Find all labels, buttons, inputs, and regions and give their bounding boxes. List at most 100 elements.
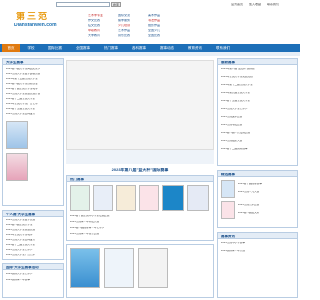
list-item[interactable]: 2023第八届国际青少年艺术节 [70, 227, 104, 230]
promo-link[interactable]: 少儿培训 [118, 24, 130, 27]
right-panel: 最新赛事 2023年第八届"蓝天杯"国际赛 2023年全国大学生英语竞赛 202… [217, 58, 298, 166]
logo-text-en: Diansfanwen.com [14, 23, 57, 28]
list-item[interactable]: 2023全国大学生数学建模竞赛 [6, 73, 40, 76]
list-item[interactable]: 2023第八届少儿绘画比赛 [221, 132, 250, 135]
list-item[interactable]: 2023年全国大学生电子 [6, 234, 33, 237]
panel-header: 赛事资讯 [218, 233, 297, 239]
nav-popular[interactable]: 热门赛事 [98, 44, 124, 52]
list-item[interactable]: 2023全国大学生数学竞赛 [6, 219, 35, 222]
panel-title: 个人赛·大学生赛事 [6, 212, 36, 216]
banner-caption[interactable]: 2023年第八届"蓝天杯"国际赛事 [66, 168, 214, 172]
logo-text-cn: 第三范 [16, 12, 50, 21]
panel-header: 国际·大学生赛事活动 [3, 264, 63, 270]
list-item[interactable]: 2023全国大学生广告艺术 [6, 254, 35, 257]
thumbnail-image[interactable] [139, 185, 159, 211]
thumbnail-image[interactable] [221, 180, 235, 198]
list-item[interactable]: 2023全国大学生艺术节 [221, 108, 248, 111]
nav-international[interactable]: 国际比赛 [42, 44, 68, 52]
list-item[interactable]: 2023全国艺术比赛 [238, 204, 259, 207]
list-item[interactable]: 2023年第九届全国大学生 [221, 92, 250, 95]
promo-link[interactable]: 全国少儿 [148, 29, 160, 32]
list-item[interactable]: 2023国际大学生艺术节 [6, 273, 33, 276]
list-item[interactable]: 2023国际青少年大赛 [221, 250, 245, 253]
center-banner[interactable] [66, 60, 214, 150]
list-item[interactable]: 2023全国青少年音乐比赛 [70, 233, 99, 236]
nav-national[interactable]: 全国赛事 [70, 44, 96, 52]
thumbnail-image[interactable] [138, 248, 168, 288]
list-item[interactable]: 2023年全国大学生英语竞赛 [221, 76, 253, 79]
mid-bottom-section [66, 244, 214, 298]
list-item[interactable]: 2023全国书法比赛 [221, 124, 242, 127]
nav-education[interactable]: 教育资讯 [182, 44, 208, 52]
promo-link[interactable]: 书法作品 [148, 19, 160, 22]
thumbnail-image[interactable] [187, 185, 209, 211]
site-logo[interactable]: 第三范 Diansfanwen.com [14, 12, 57, 30]
list-item[interactable]: 2023全国大学生结构设计 [6, 239, 35, 242]
promo-link[interactable]: 艺术作品 [118, 29, 130, 32]
list-item[interactable]: 2023第十二届全国大学生 [6, 244, 35, 247]
list-item[interactable]: 2023年第十二届全国大学生 [221, 84, 253, 87]
thumbnail-image[interactable] [93, 185, 113, 211]
nav-contact[interactable]: 联系我们 [210, 44, 236, 52]
list-item[interactable]: 2023全国大学生结构设计 [6, 113, 35, 116]
thumbnail-image[interactable] [70, 185, 90, 211]
promo-link[interactable]: 留学服务 [118, 19, 130, 22]
search-input[interactable] [56, 2, 110, 7]
list-item[interactable]: 2023全国美术比赛 [221, 116, 242, 119]
list-item[interactable]: 2023全国摄影大赛 [221, 140, 242, 143]
bottom-left-panel: 国际·大学生赛事活动 2023国际大学生艺术节 2023国际青少年赛事 [2, 263, 64, 298]
list-item[interactable]: 2023年第八届"蓝天杯"国际赛 [221, 68, 255, 71]
thumbnail-image[interactable] [6, 153, 28, 181]
left-panel-2: 个人赛·大学生赛事 2023全国大学生数学竞赛 2023第八届全国大学生 202… [2, 210, 64, 260]
nav-subjects[interactable]: 各科赛事 [126, 44, 152, 52]
thumbnail-image[interactable] [70, 248, 100, 288]
thumbnail-image[interactable] [221, 201, 235, 219]
promo-link[interactable]: 全国比赛 [148, 34, 160, 37]
list-item[interactable]: 2023第八届大学生网络文化节 [6, 68, 40, 71]
thumbnail-image[interactable] [162, 185, 184, 211]
main-nav: 首页 学校 国际比赛 全国赛事 热门赛事 各科赛事 赛事动态 教育资讯 联系我们 [0, 44, 300, 52]
top-link-home[interactable]: 设为首页 [231, 3, 243, 6]
thumbnail-image[interactable] [104, 248, 134, 288]
list-item[interactable]: 2023全国大学生英语竞赛开赛 [6, 93, 40, 96]
list-item[interactable]: 2023全国中小学赛事 [221, 242, 245, 245]
promo-link[interactable]: 音乐比赛 [118, 34, 130, 37]
promo-link[interactable]: 大学教育 [88, 34, 100, 37]
list-item[interactable]: 2023全国青少年书法大赛 [70, 221, 99, 224]
top-link-contact[interactable]: 联系我们 [267, 3, 279, 6]
promo-link[interactable]: 中职教育 [88, 29, 100, 32]
list-item[interactable]: 2023第十五届全国大学生 [221, 100, 250, 103]
thumbnail-image[interactable] [116, 185, 136, 211]
list-item[interactable]: 2023第十届国际赛事 [238, 183, 262, 186]
list-item[interactable]: 2023第八届大学生创新创业 [6, 83, 38, 86]
list-item[interactable]: 2023第十届全国大学生电子 [6, 88, 38, 91]
list-item[interactable]: 2023全国大学生艺术节 [6, 249, 33, 252]
nav-school[interactable]: 学校 [22, 44, 40, 52]
panel-title: 精选赛事 [221, 172, 235, 176]
list-item[interactable]: 2023第十届全国中小学生绘画比赛 [70, 215, 110, 218]
list-item[interactable]: 2023全国少儿大赛 [238, 191, 259, 194]
top-link-favorite[interactable]: 加入收藏 [249, 3, 261, 6]
promo-link[interactable]: 国际交流 [118, 14, 130, 17]
promo-link[interactable]: 作文比赛 [88, 19, 100, 22]
list-item[interactable]: 2023第十二届国际赛事 [221, 148, 248, 151]
list-item[interactable]: 2023第十五届全国大学生 [6, 108, 35, 111]
panel-header: 最新赛事 [218, 59, 297, 65]
thumbnail-image[interactable] [6, 121, 28, 149]
nav-news[interactable]: 赛事动态 [154, 44, 180, 52]
list-item[interactable]: 2023第八届蓝天杯 [238, 212, 259, 215]
promo-link[interactable]: 艺术学专业 [88, 14, 103, 17]
list-item[interactable]: 2023年全国大学生广告艺术 [6, 103, 38, 106]
nav-home[interactable]: 首页 [2, 44, 20, 52]
list-item[interactable]: 2023全国大学生英语竞赛 [6, 229, 35, 232]
panel-title: 热门赛事 [70, 177, 84, 181]
list-item[interactable]: 2023第十二届全国大学生 [6, 98, 35, 101]
promo-link[interactable]: 摄影作品 [148, 24, 160, 27]
list-item[interactable]: 2023国际青少年赛事 [6, 279, 30, 282]
promo-link[interactable]: 征文比赛 [88, 24, 100, 27]
panel-title: 国际·大学生赛事活动 [6, 265, 39, 269]
promo-link[interactable]: 美术作品 [148, 14, 160, 17]
list-item[interactable]: 2023年第十三届全国大学生 [6, 78, 38, 81]
search-button[interactable]: 搜索 [111, 2, 121, 7]
list-item[interactable]: 2023第八届全国大学生 [6, 224, 33, 227]
